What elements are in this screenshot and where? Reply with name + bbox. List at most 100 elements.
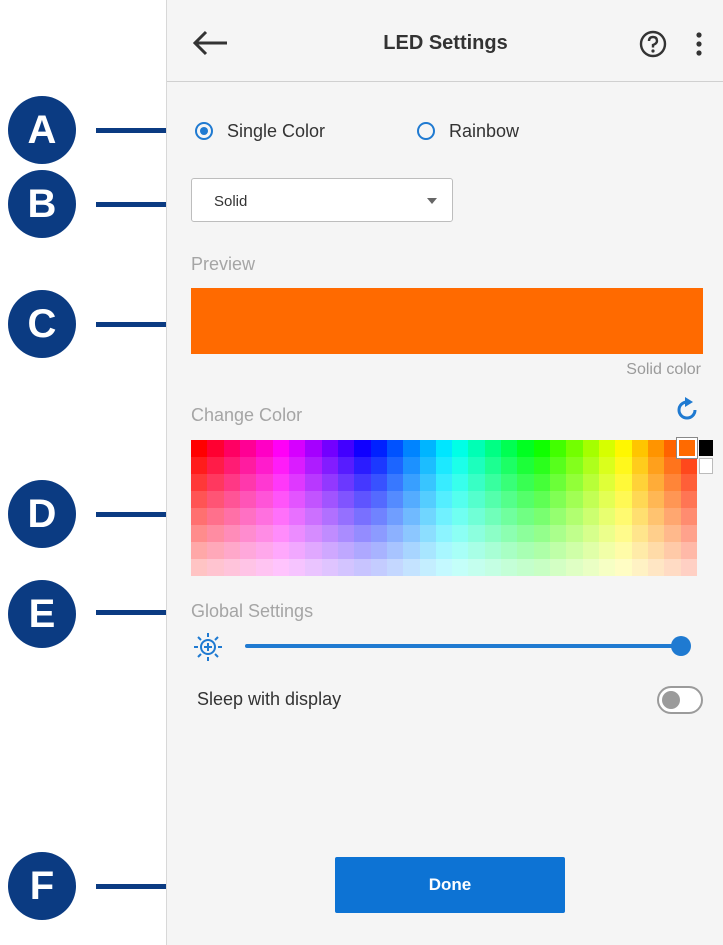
color-swatch[interactable] bbox=[354, 542, 371, 559]
color-swatch[interactable] bbox=[582, 542, 600, 559]
color-swatch[interactable] bbox=[239, 542, 257, 559]
color-swatch[interactable] bbox=[239, 457, 257, 474]
color-swatch[interactable] bbox=[599, 542, 616, 559]
color-swatch[interactable] bbox=[533, 457, 551, 474]
color-swatch[interactable] bbox=[631, 491, 649, 508]
color-swatch[interactable] bbox=[615, 559, 632, 576]
color-swatch[interactable] bbox=[337, 542, 355, 559]
color-swatch[interactable] bbox=[648, 508, 665, 525]
color-swatch[interactable] bbox=[452, 508, 469, 525]
color-swatch[interactable] bbox=[419, 542, 436, 559]
color-swatch[interactable] bbox=[305, 457, 322, 474]
color-swatch[interactable] bbox=[386, 525, 404, 542]
color-swatch[interactable] bbox=[191, 525, 208, 542]
color-swatch[interactable] bbox=[435, 508, 453, 525]
color-swatch[interactable] bbox=[191, 508, 208, 525]
color-swatch[interactable] bbox=[239, 474, 257, 491]
color-swatch[interactable] bbox=[566, 440, 583, 457]
color-swatch[interactable] bbox=[582, 508, 600, 525]
color-swatch[interactable] bbox=[566, 491, 583, 508]
color-swatch[interactable] bbox=[191, 542, 208, 559]
color-swatch[interactable] bbox=[501, 542, 518, 559]
color-swatch[interactable] bbox=[648, 457, 665, 474]
color-swatch[interactable] bbox=[631, 542, 649, 559]
color-swatch[interactable] bbox=[648, 440, 665, 457]
color-swatch[interactable] bbox=[631, 525, 649, 542]
radio-single-color[interactable]: Single Color bbox=[195, 118, 325, 144]
color-swatch[interactable] bbox=[615, 491, 632, 508]
color-swatch[interactable] bbox=[566, 559, 583, 576]
color-swatch[interactable] bbox=[337, 474, 355, 491]
color-swatch[interactable] bbox=[664, 525, 681, 542]
color-swatch[interactable] bbox=[599, 491, 616, 508]
color-swatch[interactable] bbox=[337, 508, 355, 525]
color-swatch[interactable] bbox=[615, 525, 632, 542]
color-swatch[interactable] bbox=[370, 559, 387, 576]
color-swatch[interactable] bbox=[533, 491, 551, 508]
color-swatch[interactable] bbox=[288, 542, 306, 559]
color-swatch[interactable] bbox=[272, 474, 289, 491]
color-swatch[interactable] bbox=[468, 525, 485, 542]
color-swatch[interactable] bbox=[419, 525, 436, 542]
color-swatch[interactable] bbox=[533, 525, 551, 542]
color-swatch[interactable] bbox=[648, 542, 665, 559]
color-swatch[interactable] bbox=[223, 474, 240, 491]
color-swatch[interactable] bbox=[370, 508, 387, 525]
color-swatch[interactable] bbox=[403, 508, 420, 525]
color-swatch[interactable] bbox=[256, 525, 273, 542]
effect-dropdown[interactable]: Solid bbox=[191, 178, 453, 222]
color-swatch[interactable] bbox=[435, 491, 453, 508]
color-swatch[interactable] bbox=[517, 525, 534, 542]
brightness-slider-thumb[interactable] bbox=[671, 636, 691, 656]
color-swatch[interactable] bbox=[191, 474, 208, 491]
color-swatch[interactable] bbox=[599, 457, 616, 474]
color-swatch[interactable] bbox=[256, 559, 273, 576]
color-swatch[interactable] bbox=[484, 491, 502, 508]
color-swatch[interactable] bbox=[337, 559, 355, 576]
color-swatch[interactable] bbox=[631, 474, 649, 491]
color-swatch[interactable] bbox=[239, 440, 257, 457]
color-swatch[interactable] bbox=[484, 508, 502, 525]
color-swatch[interactable] bbox=[354, 508, 371, 525]
color-swatch[interactable] bbox=[501, 440, 518, 457]
color-swatch[interactable] bbox=[468, 457, 485, 474]
color-swatch[interactable] bbox=[272, 457, 289, 474]
color-swatch[interactable] bbox=[223, 508, 240, 525]
color-swatch[interactable] bbox=[435, 542, 453, 559]
color-swatch[interactable] bbox=[582, 440, 600, 457]
color-swatch[interactable] bbox=[680, 525, 697, 542]
color-swatch[interactable] bbox=[501, 491, 518, 508]
color-swatch[interactable] bbox=[582, 491, 600, 508]
color-swatch[interactable] bbox=[664, 474, 681, 491]
black-swatch[interactable] bbox=[699, 440, 713, 456]
color-swatch[interactable] bbox=[550, 474, 567, 491]
color-swatch[interactable] bbox=[452, 491, 469, 508]
color-swatch[interactable] bbox=[207, 474, 224, 491]
color-swatch[interactable] bbox=[354, 440, 371, 457]
color-swatch[interactable] bbox=[272, 508, 289, 525]
color-swatch[interactable] bbox=[533, 440, 551, 457]
color-swatch[interactable] bbox=[452, 559, 469, 576]
color-swatch[interactable] bbox=[484, 559, 502, 576]
color-swatch[interactable] bbox=[223, 542, 240, 559]
color-swatch[interactable] bbox=[517, 440, 534, 457]
color-swatch[interactable] bbox=[239, 525, 257, 542]
color-swatch[interactable] bbox=[452, 440, 469, 457]
color-swatch[interactable] bbox=[207, 508, 224, 525]
color-swatch[interactable] bbox=[501, 508, 518, 525]
color-swatch[interactable] bbox=[256, 440, 273, 457]
color-swatch[interactable] bbox=[582, 474, 600, 491]
color-swatch[interactable] bbox=[419, 491, 436, 508]
color-swatch[interactable] bbox=[452, 542, 469, 559]
color-swatch[interactable] bbox=[321, 457, 338, 474]
color-swatch[interactable] bbox=[386, 457, 404, 474]
color-swatch[interactable] bbox=[403, 474, 420, 491]
color-swatch[interactable] bbox=[207, 440, 224, 457]
color-swatch[interactable] bbox=[631, 559, 649, 576]
color-swatch[interactable] bbox=[599, 474, 616, 491]
color-swatch[interactable] bbox=[288, 525, 306, 542]
color-swatch[interactable] bbox=[207, 559, 224, 576]
color-swatch[interactable] bbox=[615, 474, 632, 491]
color-swatch[interactable] bbox=[354, 491, 371, 508]
help-button[interactable] bbox=[639, 30, 667, 58]
